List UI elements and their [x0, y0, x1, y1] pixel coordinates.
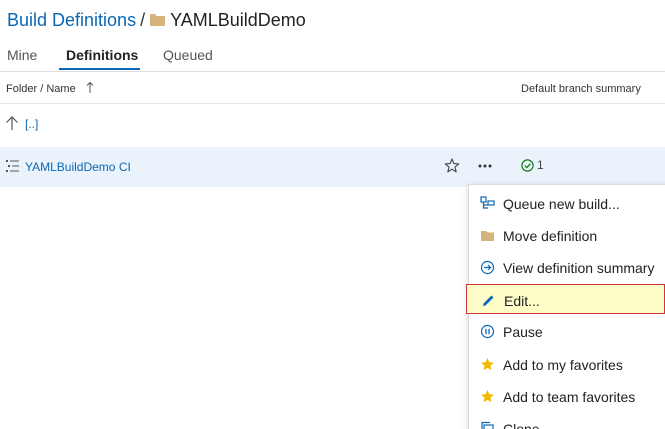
parent-folder-row[interactable]: [..] — [0, 105, 665, 143]
menu-item-label: Pause — [503, 324, 543, 340]
pencil-icon — [483, 295, 494, 306]
breadcrumb-current-folder: YAMLBuildDemo — [170, 9, 306, 30]
star-icon — [481, 358, 494, 371]
default-branch-status: 1 — [521, 158, 544, 172]
menu-item-add-to-my-favorites[interactable]: Add to my favorites — [469, 349, 665, 379]
sort-ascending-icon[interactable] — [86, 81, 94, 94]
menu-item-queue-new-build[interactable]: Queue new build... — [469, 188, 665, 218]
up-arrow-icon — [6, 116, 18, 130]
tab-definitions[interactable]: Definitions — [66, 47, 138, 63]
more-actions-icon[interactable] — [474, 157, 496, 175]
breadcrumb-build-definitions-link[interactable]: Build Definitions — [7, 10, 136, 31]
menu-item-label: Edit... — [504, 293, 540, 309]
tab-mine[interactable]: Mine — [7, 47, 37, 63]
build-definition-link[interactable]: YAMLBuildDemo CI — [25, 160, 131, 174]
menu-item-view-definition-summary[interactable]: View definition summary — [469, 252, 665, 282]
status-count: 1 — [537, 158, 544, 172]
check-circle-icon — [521, 158, 534, 172]
parent-folder-link[interactable]: [..] — [25, 117, 38, 131]
active-tab-indicator — [59, 68, 140, 70]
menu-item-edit[interactable]: Edit... — [466, 284, 665, 314]
pause-icon — [480, 324, 495, 339]
menu-item-clone[interactable]: Clone — [469, 413, 665, 429]
menu-item-pause[interactable]: Pause — [469, 316, 665, 346]
tab-queued[interactable]: Queued — [163, 47, 213, 63]
column-header-default-branch-summary: Default branch summary — [521, 83, 641, 95]
table-row[interactable]: YAMLBuildDemo CI 1 — [0, 147, 665, 187]
context-menu: Queue new build... Move definition View … — [466, 184, 665, 429]
clone-icon — [481, 421, 494, 429]
column-header-folder-name[interactable]: Folder / Name — [6, 83, 76, 95]
menu-item-label: View definition summary — [503, 260, 655, 276]
menu-item-label: Clone — [503, 421, 540, 429]
tab-bar: Mine Definitions Queued — [0, 40, 665, 72]
menu-item-label: Add to team favorites — [503, 389, 636, 405]
folder-icon — [481, 231, 494, 241]
breadcrumb-separator: / — [140, 9, 146, 30]
menu-item-label: Move definition — [503, 228, 598, 244]
build-definition-icon — [6, 160, 19, 172]
table-header: Folder / Name Default branch summary — [0, 73, 665, 104]
menu-item-add-to-team-favorites[interactable]: Add to team favorites — [469, 381, 665, 411]
menu-item-label: Add to my favorites — [503, 357, 623, 373]
arrow-circle-icon — [480, 260, 495, 275]
favorite-star-icon[interactable] — [443, 157, 461, 175]
breadcrumb: Build Definitions / YAMLBuildDemo — [7, 7, 306, 33]
menu-item-label: Queue new build... — [503, 196, 620, 212]
star-icon — [481, 390, 494, 403]
folder-icon — [150, 14, 166, 26]
queue-build-icon — [480, 196, 495, 209]
menu-item-move-definition[interactable]: Move definition — [469, 220, 665, 250]
